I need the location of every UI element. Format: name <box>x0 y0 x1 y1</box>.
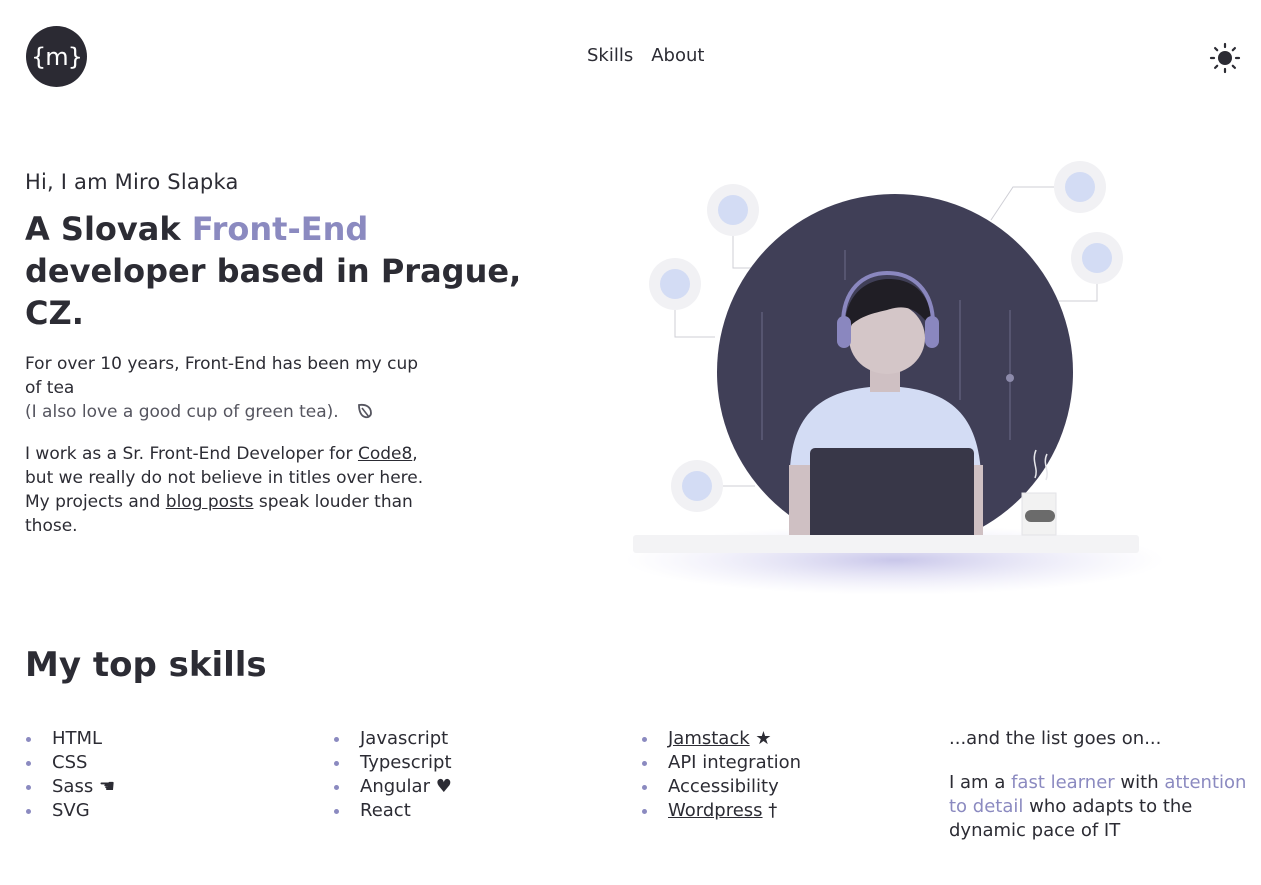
headline-post: developer based in Prague, CZ. <box>25 252 522 332</box>
developer-illustration <box>625 161 1165 595</box>
skill-angular: Angular ♥ <box>333 775 452 799</box>
skill-label: Accessibility <box>668 776 779 797</box>
site-header: {m} Skills About <box>0 0 1261 115</box>
skill-label: HTML <box>52 728 103 749</box>
skill-accessibility: Accessibility <box>641 775 801 799</box>
list-goes-on: ...and the list goes on... <box>949 728 1162 749</box>
logo-text: {m} <box>31 42 83 71</box>
highlight-fast-learner: fast learner <box>1011 772 1115 793</box>
skill-svg: SVG <box>25 799 115 823</box>
headline-pre: A Slovak <box>25 210 192 248</box>
hero-section: Hi, I am Miro Slapka A Slovak Front-End … <box>25 170 545 538</box>
skill-label: React <box>360 800 411 821</box>
theme-toggle-button[interactable] <box>1209 42 1241 74</box>
greeting: Hi, I am Miro Slapka <box>25 170 239 194</box>
skill-label: Sass <box>52 776 94 797</box>
aside-text-1: I am a <box>949 772 1012 793</box>
skill-react: React <box>333 799 452 823</box>
skill-sass: Sass ☚ <box>25 775 115 799</box>
skills-list-col-3: Jamstack ★ API integration Accessibility… <box>641 727 801 823</box>
aside-text-2: with <box>1114 772 1165 793</box>
skill-label: SVG <box>52 800 90 821</box>
skills-list-col-1: HTML CSS Sass ☚ SVG <box>25 727 115 823</box>
learner-statement: I am a fast learner with attention to de… <box>949 771 1249 843</box>
skill-wordpress: Wordpress † <box>641 799 801 823</box>
star-icon: ★ <box>749 728 772 749</box>
skill-html: HTML <box>25 727 115 751</box>
wordpress-link[interactable]: Wordpress <box>668 800 763 821</box>
code8-link[interactable]: Code8 <box>358 444 412 464</box>
person-arm-left <box>789 465 811 537</box>
logo[interactable]: {m} <box>26 26 87 87</box>
tea-leaf-icon <box>358 403 373 419</box>
work-text-1: I work as a Sr. Front-End Developer for <box>25 444 358 464</box>
skill-label: CSS <box>52 752 88 773</box>
skill-label: Typescript <box>360 752 452 773</box>
desk <box>633 535 1139 553</box>
nav-about[interactable]: About <box>651 45 704 66</box>
skill-jamstack: Jamstack ★ <box>641 727 801 751</box>
pointing-hand-icon: ☚ <box>93 776 116 797</box>
sun-icon <box>1209 42 1241 74</box>
skills-aside: ...and the list goes on... I am a fast l… <box>949 727 1249 843</box>
skill-label: Javascript <box>360 728 449 749</box>
heart-icon: ♥ <box>430 776 452 797</box>
main-nav: Skills About <box>587 45 704 66</box>
skill-css: CSS <box>25 751 115 775</box>
intro-line-2: (I also love a good cup of green tea). <box>25 402 339 422</box>
nav-skills[interactable]: Skills <box>587 45 633 66</box>
skills-list-col-2: Javascript Typescript Angular ♥ React <box>333 727 452 823</box>
skill-javascript: Javascript <box>333 727 452 751</box>
jamstack-link[interactable]: Jamstack <box>668 728 750 749</box>
dagger-icon: † <box>762 800 778 821</box>
mug-band <box>1025 510 1055 522</box>
skill-api-integration: API integration <box>641 751 801 775</box>
headphone-right <box>925 316 939 348</box>
hero-headline: A Slovak Front-End developer based in Pr… <box>25 208 545 334</box>
work-paragraph: I work as a Sr. Front-End Developer for … <box>25 442 435 538</box>
skills-title: My top skills <box>25 645 267 685</box>
intro-line-1: For over 10 years, Front-End has been my… <box>25 354 419 398</box>
headline-accent: Front-End <box>191 210 369 248</box>
blog-posts-link[interactable]: blog posts <box>166 492 254 512</box>
skill-typescript: Typescript <box>333 751 452 775</box>
headphone-left <box>837 316 851 348</box>
intro-paragraph: For over 10 years, Front-End has been my… <box>25 352 435 424</box>
laptop <box>810 448 974 540</box>
skill-label: API integration <box>668 752 802 773</box>
backdrop-dot <box>1006 374 1014 382</box>
skill-label: Angular <box>360 776 430 797</box>
